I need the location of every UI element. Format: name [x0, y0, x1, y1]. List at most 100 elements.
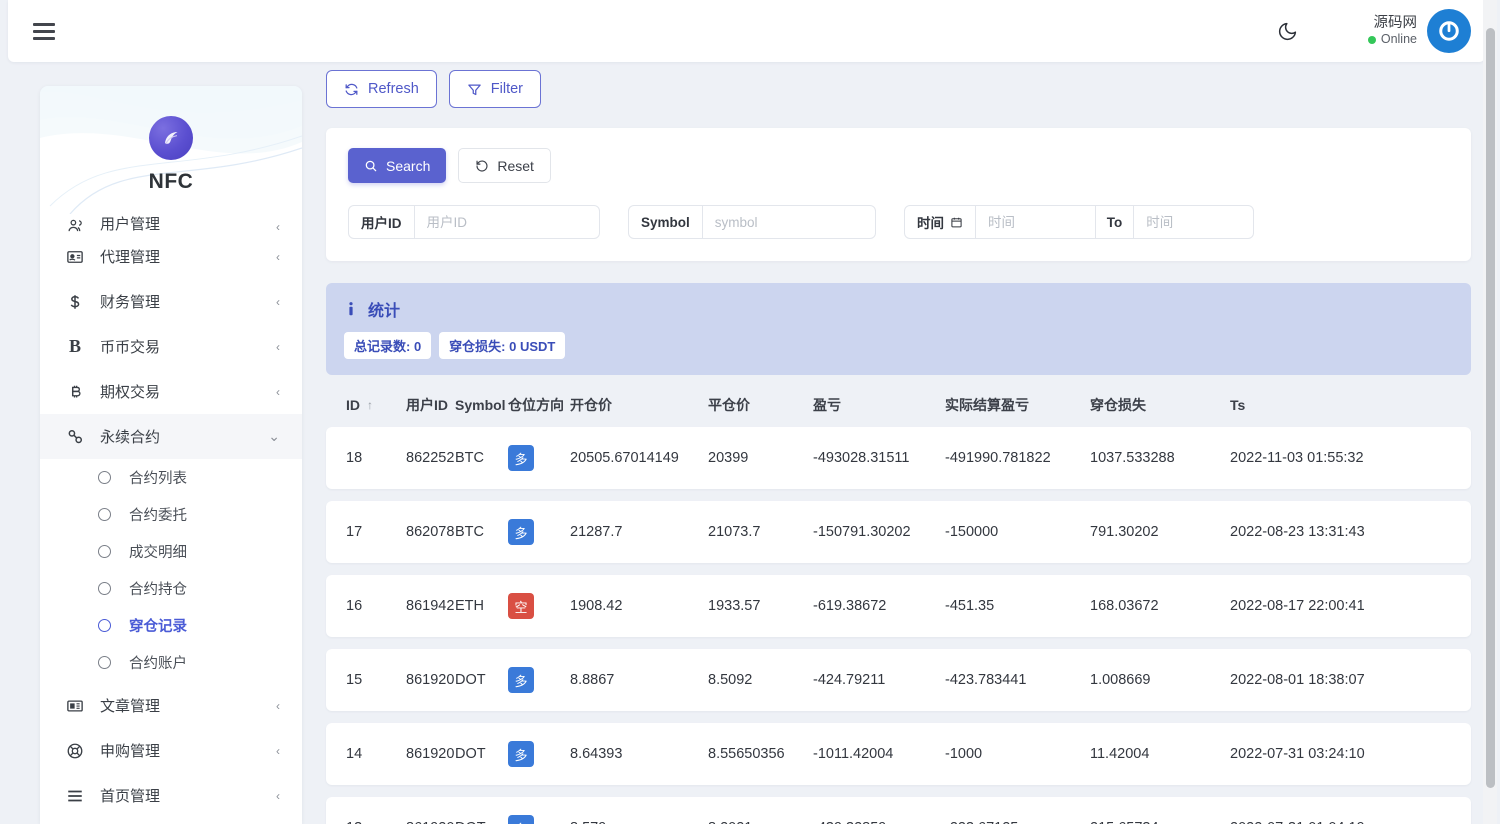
- search-button[interactable]: Search: [348, 148, 447, 183]
- sidebar-item-article-management[interactable]: 文章管理 ‹: [40, 683, 302, 728]
- sidebar-item-agent-management[interactable]: 代理管理 ‹: [40, 234, 302, 279]
- search-icon: [364, 159, 378, 173]
- direction-badge: 多: [508, 667, 534, 693]
- time-from-input[interactable]: [976, 206, 1095, 238]
- circle-icon: [98, 471, 111, 484]
- statistics-badges: 总记录数: 0 穿仓损失: 0 USDT: [344, 332, 1453, 359]
- cell-pnl: -493028.31511: [813, 450, 910, 466]
- cell-ts: 2022-08-17 22:00:41: [1230, 598, 1365, 614]
- online-dot-icon: [1367, 36, 1376, 45]
- sidebar-item-finance-management[interactable]: 财务管理 ‹: [40, 279, 302, 324]
- cell-pnl: -619.38672: [813, 598, 887, 614]
- time-range-field[interactable]: 时间 To: [904, 205, 1254, 239]
- table-row[interactable]: 18 862252 BTC 多 20505.67014149 20399 -493028.3…: [326, 427, 1471, 489]
- cell-settled-pnl: -451.35: [945, 598, 995, 614]
- status-label: Online: [1380, 32, 1417, 47]
- sidebar-subitem-trade-details[interactable]: 成交明细: [40, 533, 302, 570]
- table-row[interactable]: 14 861920 DOT 多 8.64393 8.55650356 -1011.42004…: [326, 723, 1471, 785]
- time-separator: To: [1094, 206, 1135, 238]
- time-to-input[interactable]: [1134, 206, 1253, 238]
- symbol-input[interactable]: [702, 206, 875, 238]
- brand-name: NFC: [148, 170, 194, 193]
- user-profile[interactable]: 源码网 Online: [1367, 9, 1471, 53]
- sidebar-item-homepage-management[interactable]: 首页管理 ‹: [40, 773, 302, 818]
- time-label: 时间: [917, 216, 944, 231]
- cell-close-price: 20399: [708, 450, 749, 466]
- cell-id: 17: [346, 524, 363, 540]
- page-scrollbar-thumb[interactable]: [1486, 28, 1495, 788]
- b-letter-icon: B: [68, 336, 81, 356]
- table-body: 18 862252 BTC 多 20505.67014149 20399 -493028.3…: [326, 427, 1471, 824]
- time-label-group: 时间: [905, 206, 976, 238]
- column-header-open-price[interactable]: 开仓价: [570, 395, 708, 415]
- sidebar-item-option-trading[interactable]: 期权交易 ‹: [40, 369, 302, 414]
- column-header-pnl[interactable]: 盈亏: [813, 395, 945, 415]
- column-header-direction[interactable]: 仓位方向: [508, 395, 576, 415]
- chevron-left-icon: ‹: [276, 249, 280, 264]
- cell-liq-loss: 215.65734: [1090, 820, 1230, 824]
- cell-liq-loss: 1.008669: [1090, 672, 1151, 688]
- sidebar-item-label: 财务管理: [100, 294, 161, 311]
- sidebar-item-label: 用户管理: [100, 216, 161, 233]
- filter-fields: 用户ID Symbol 时间: [348, 205, 1449, 239]
- sidebar-subitem-contract-accounts[interactable]: 合约账户: [40, 644, 302, 681]
- symbol-field[interactable]: Symbol: [628, 205, 876, 239]
- user-id-field[interactable]: 用户ID: [348, 205, 600, 239]
- cell-ts: 2022-07-31 01:04:19: [1230, 820, 1405, 824]
- cell-ts: 2022-08-23 13:31:43: [1230, 524, 1365, 540]
- link-chain-icon: [64, 427, 86, 446]
- sidebar-item-label: 币币交易: [100, 339, 161, 356]
- sidebar-item-coin-trading[interactable]: B 币币交易 ‹: [40, 324, 302, 369]
- column-header-ts[interactable]: Ts: [1230, 397, 1405, 413]
- column-header-settled-pnl[interactable]: 实际结算盈亏: [945, 395, 1090, 415]
- user-id-input[interactable]: [414, 206, 599, 238]
- cell-pnl: -150791.30202: [813, 524, 911, 540]
- cell-pnl: -1011.42004: [813, 746, 894, 762]
- table-row[interactable]: 17 862078 BTC 多 21287.7 21073.7 -150791.30202-…: [326, 501, 1471, 563]
- cell-close-price: 8.5092: [708, 672, 753, 688]
- reset-button[interactable]: Reset: [458, 148, 551, 183]
- chevron-left-icon: ‹: [276, 788, 280, 803]
- toolbar: Refresh Filter: [326, 70, 1471, 108]
- column-header-close-price[interactable]: 平仓价: [708, 395, 813, 415]
- symbol-label: Symbol: [629, 206, 703, 238]
- hamburger-icon[interactable]: [33, 22, 55, 40]
- sidebar-subitem-contract-positions[interactable]: 合约持仓: [40, 570, 302, 607]
- sidebar-subitem-contract-orders[interactable]: 合约委托: [40, 496, 302, 533]
- cell-settled-pnl: -1000: [945, 746, 983, 762]
- table-row[interactable]: 13861920DOT多8.5798.2021-439.32859-223.67…: [326, 797, 1471, 824]
- cell-close-price: 8.55650356: [708, 746, 785, 762]
- status-badge: Online: [1367, 32, 1417, 48]
- cell-direction: 多: [508, 741, 576, 767]
- sidebar-subitem-contract-list[interactable]: 合约列表: [40, 459, 302, 496]
- reset-label: Reset: [497, 157, 534, 174]
- sort-ascending-icon: ↑: [367, 398, 373, 412]
- table-row[interactable]: 15 861920 DOT 多 8.8867 8.5092 -424.79211 -423.7…: [326, 649, 1471, 711]
- table-row[interactable]: 16 861942 ETH 空 1908.42 1933.57 -619.38672 -451…: [326, 575, 1471, 637]
- sidebar-item-perpetual-contract[interactable]: 永续合约 ⌄: [40, 414, 302, 459]
- avatar[interactable]: [1427, 9, 1471, 53]
- reset-icon: [475, 159, 489, 173]
- search-panel: Search Reset 用户ID 用户ID Symbol symbol 时间 …: [326, 128, 1471, 261]
- direction-badge: 多: [508, 445, 534, 471]
- sidebar-subitem-label: 成交明细: [129, 545, 187, 561]
- column-header-id[interactable]: ID ↑: [346, 397, 373, 413]
- circle-icon: [98, 582, 111, 595]
- sidebar-item-subscription-management[interactable]: 申购管理 ‹: [40, 728, 302, 773]
- statistics-title-row: 统计: [344, 297, 1453, 321]
- moon-icon[interactable]: [1268, 11, 1308, 51]
- statistics-title: 统计: [368, 303, 401, 320]
- left-gutter: [0, 0, 8, 824]
- user-name: 源码网: [1373, 15, 1418, 32]
- sidebar-item-user-management[interactable]: 用户管理 ‹: [40, 216, 302, 234]
- refresh-button[interactable]: Refresh: [326, 70, 437, 108]
- filter-button[interactable]: Filter: [448, 70, 542, 108]
- chevron-down-icon: ⌄: [268, 428, 280, 444]
- cell-settled-pnl: -150000: [945, 524, 999, 540]
- users-icon: [64, 217, 86, 234]
- sidebar-item-label: 永续合约: [100, 429, 161, 446]
- circle-icon: [98, 508, 111, 521]
- sidebar-subitem-liquidation-records[interactable]: 穿仓记录: [40, 607, 302, 644]
- column-header-liq-loss[interactable]: 穿仓损失: [1090, 395, 1230, 415]
- cell-close-price: 21073.7: [708, 524, 761, 540]
